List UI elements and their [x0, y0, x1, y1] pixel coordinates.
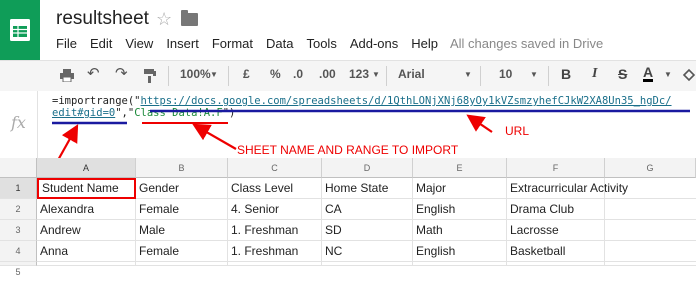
- cell[interactable]: Andrew: [37, 220, 136, 241]
- font-caret-icon: ▼: [464, 70, 472, 79]
- cell[interactable]: Art: [413, 262, 507, 266]
- cell[interactable]: Anna: [37, 241, 136, 262]
- cell[interactable]: Math: [413, 220, 507, 241]
- zoom-select[interactable]: 100%: [180, 67, 211, 81]
- fill-color-icon[interactable]: [682, 68, 696, 82]
- increase-decimal-button[interactable]: .00: [319, 67, 336, 81]
- strikethrough-button[interactable]: S: [618, 66, 627, 82]
- sheets-logo[interactable]: [0, 0, 40, 60]
- cell[interactable]: Female: [136, 262, 228, 266]
- cell[interactable]: [605, 262, 696, 266]
- star-icon[interactable]: ☆: [156, 9, 172, 30]
- text-color-caret-icon: ▼: [664, 70, 672, 79]
- size-caret-icon: ▼: [530, 70, 538, 79]
- font-size-select[interactable]: 10: [499, 67, 512, 81]
- cell[interactable]: Baseball: [507, 262, 605, 266]
- undo-icon[interactable]: ↶: [87, 64, 100, 82]
- row-header[interactable]: 4: [0, 241, 37, 262]
- cell[interactable]: Home State: [322, 178, 413, 199]
- cell[interactable]: NC: [322, 241, 413, 262]
- currency-button[interactable]: £: [243, 67, 250, 81]
- menu-addons[interactable]: Add-ons: [350, 36, 398, 51]
- row-header[interactable]: 3: [0, 220, 37, 241]
- cell[interactable]: Alexandra: [37, 199, 136, 220]
- formula-mid: ",": [115, 107, 135, 119]
- decrease-decimal-button[interactable]: .0: [293, 67, 303, 81]
- italic-button[interactable]: I: [592, 66, 597, 82]
- menu-bar: File Edit View Insert Format Data Tools …: [56, 36, 451, 51]
- percent-button[interactable]: %: [270, 67, 281, 81]
- cell[interactable]: Male: [136, 220, 228, 241]
- range-annotation-label: SHEET NAME AND RANGE TO IMPORT: [237, 143, 459, 157]
- menu-edit[interactable]: Edit: [90, 36, 112, 51]
- cell[interactable]: Class Level: [228, 178, 322, 199]
- more-formats-button[interactable]: 123: [349, 67, 369, 81]
- cell[interactable]: 2. Sophomore: [228, 262, 322, 266]
- cell[interactable]: Gender: [136, 178, 228, 199]
- text-color-button[interactable]: A: [643, 65, 654, 82]
- toolbar: ↶ ↷ 100% ▼ £ % .0 .00 123 ▼ Arial ▼ 10 ▼…: [0, 60, 696, 92]
- formula-suffix: "): [222, 107, 236, 119]
- cell[interactable]: English: [413, 199, 507, 220]
- cell[interactable]: Female: [136, 199, 228, 220]
- cell[interactable]: Drama Club: [507, 199, 605, 220]
- row-header[interactable]: 1: [0, 178, 37, 199]
- menu-format[interactable]: Format: [212, 36, 253, 51]
- cell[interactable]: [605, 220, 696, 241]
- cell[interactable]: Becky: [37, 262, 136, 266]
- column-header-c[interactable]: C: [228, 158, 322, 178]
- menu-help[interactable]: Help: [411, 36, 438, 51]
- menu-file[interactable]: File: [56, 36, 77, 51]
- row-header[interactable]: 2: [0, 199, 37, 220]
- formula-url-line2: edit#gid=0: [52, 107, 116, 119]
- menu-tools[interactable]: Tools: [306, 36, 336, 51]
- save-status: All changes saved in Drive: [450, 36, 604, 51]
- cell[interactable]: English: [413, 241, 507, 262]
- cell[interactable]: [605, 241, 696, 262]
- paint-format-icon[interactable]: [144, 69, 156, 83]
- cell[interactable]: [605, 199, 696, 220]
- cell[interactable]: CA: [322, 199, 413, 220]
- menu-data[interactable]: Data: [266, 36, 293, 51]
- column-header-a[interactable]: A: [37, 158, 136, 178]
- print-icon[interactable]: [60, 69, 74, 82]
- column-header-d[interactable]: D: [322, 158, 413, 178]
- cell[interactable]: 1. Freshman: [228, 220, 322, 241]
- formula-input[interactable]: =importrange("https://docs.google.com/sp…: [52, 95, 672, 119]
- cell[interactable]: Female: [136, 241, 228, 262]
- cell[interactable]: 1. Freshman: [228, 241, 322, 262]
- cell[interactable]: Major: [413, 178, 507, 199]
- zoom-caret-icon: ▼: [210, 70, 218, 79]
- cell[interactable]: SD: [322, 220, 413, 241]
- row-header[interactable]: 5: [0, 262, 37, 277]
- url-annotation-label: URL: [505, 124, 530, 138]
- column-header-g[interactable]: G: [605, 158, 696, 178]
- cell[interactable]: Basketball: [507, 241, 605, 262]
- cell[interactable]: SD: [322, 262, 413, 266]
- cell-a1[interactable]: Student Name: [37, 178, 136, 199]
- menu-view[interactable]: View: [125, 36, 153, 51]
- cell[interactable]: 4. Senior: [228, 199, 322, 220]
- cell[interactable]: Extracurricular Activity: [507, 178, 628, 199]
- fx-label: fx: [11, 113, 26, 132]
- column-header-f[interactable]: F: [507, 158, 605, 178]
- formula-range: Class Data!A:F: [134, 107, 223, 119]
- sheets-icon: [10, 19, 30, 41]
- redo-icon[interactable]: ↷: [115, 64, 128, 82]
- column-header-e[interactable]: E: [413, 158, 507, 178]
- font-select[interactable]: Arial: [398, 67, 425, 81]
- cell[interactable]: [605, 178, 696, 199]
- bold-button[interactable]: B: [561, 66, 571, 82]
- document-title[interactable]: resultsheet: [56, 8, 149, 30]
- formats-caret-icon: ▼: [372, 70, 380, 79]
- select-all-corner[interactable]: [0, 158, 37, 178]
- formula-url-line1: https://docs.google.com/spreadsheets/d/1…: [140, 95, 672, 107]
- formula-prefix: =importrange(": [52, 95, 141, 107]
- cell[interactable]: Lacrosse: [507, 220, 605, 241]
- folder-icon[interactable]: [181, 10, 198, 26]
- column-header-b[interactable]: B: [136, 158, 228, 178]
- menu-insert[interactable]: Insert: [166, 36, 199, 51]
